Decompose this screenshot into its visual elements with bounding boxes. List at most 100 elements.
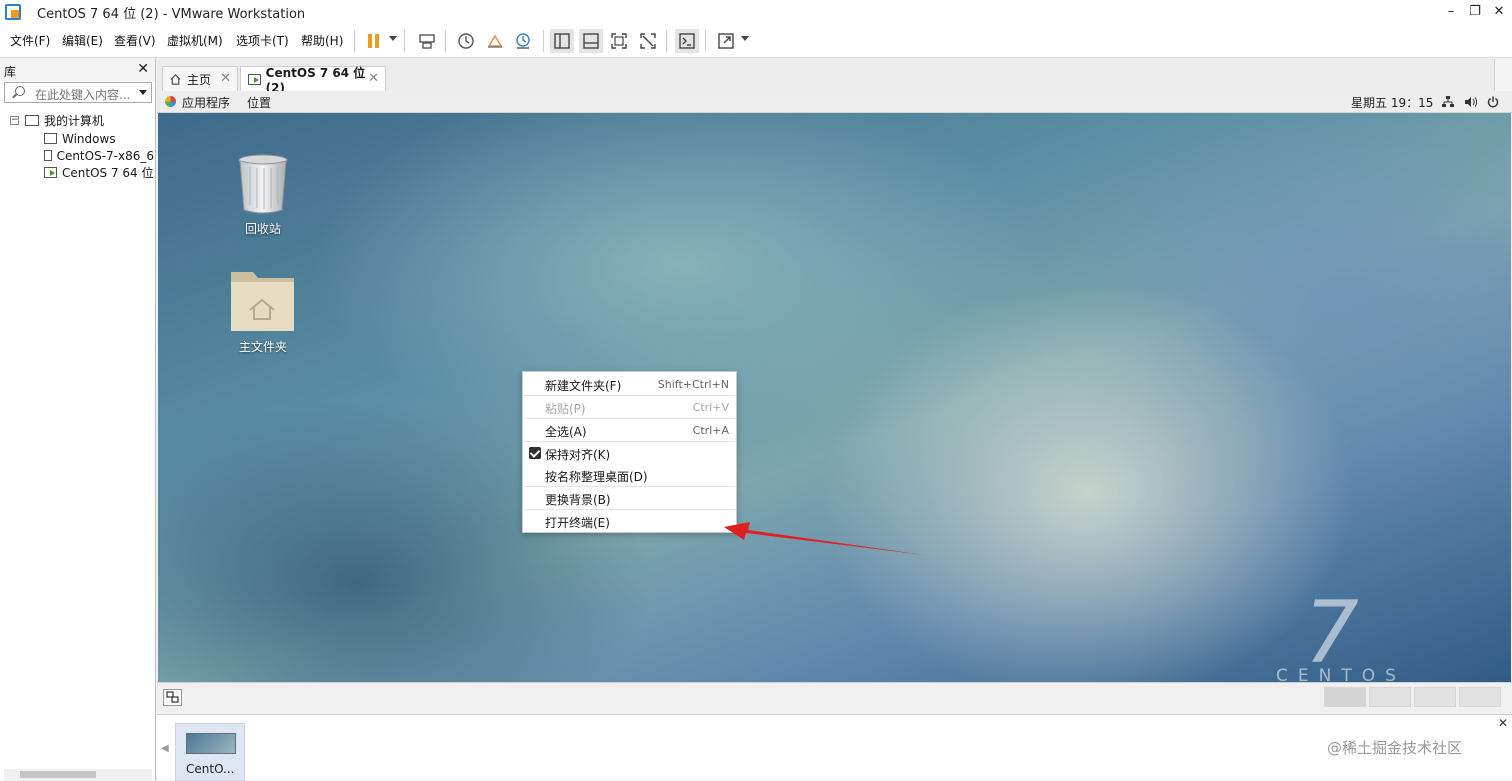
gnome-top-panel: 应用程序 位置 星期五 19：15 [157,91,1512,113]
menu-item-label: 全选(A) [545,425,587,439]
menu-vm[interactable]: 虚拟机(M) [167,32,223,49]
stretch-dropdown-icon[interactable] [741,36,749,41]
clock[interactable]: 星期五 19：15 [1351,94,1433,111]
computer-icon [25,115,39,126]
network-icon[interactable] [1442,96,1454,108]
library-close-button[interactable]: ✕ [137,61,149,77]
menu-item-paste: 粘贴(P) Ctrl+V [523,396,736,418]
menu-item-label: 打开终端(E) [545,516,610,530]
menu-item-open-terminal[interactable]: 打开终端(E) [523,510,736,532]
tab-close-icon[interactable]: ✕ [368,71,379,86]
revert-snapshot-icon[interactable] [483,29,507,53]
vm-status-bar [157,682,1512,712]
snapshot-manager-icon[interactable] [511,29,535,53]
vm-icon [44,150,52,161]
menu-item-label: 更换背景(B) [545,493,611,507]
vmware-logo-icon [5,4,21,20]
thumbnail-bar-icon[interactable] [579,29,603,53]
menu-item-shortcut: Shift+Ctrl+N [657,378,729,391]
running-vm-icon [248,74,261,85]
places-menu[interactable]: 位置 [247,94,271,111]
thumbnail-bar-close[interactable]: ✕ [1498,716,1508,730]
library-header: 库 ✕ [0,59,155,81]
menu-item-label: 按名称整理桌面(D) [545,470,648,484]
menu-item-label: 新建文件夹(F) [545,379,622,393]
title-bar: CentOS 7 64 位 (2) - VMware Workstation –… [0,0,1512,24]
toolbar-separator [354,30,355,52]
vm-thumbnail[interactable]: CentO... [175,723,245,781]
tab-close-icon[interactable]: ✕ [220,71,231,86]
library-title: 库 [4,65,17,79]
show-library-icon[interactable] [550,29,574,53]
home-icon [170,74,181,85]
device-status-icon[interactable] [1369,687,1411,707]
tab-home[interactable]: 主页 ✕ [162,66,238,92]
stretch-view-icon[interactable] [714,29,738,53]
running-vm-icon [44,167,57,178]
home-folder-icon[interactable] [229,268,296,333]
tree-collapse-toggle[interactable]: − [10,116,19,125]
vm-thumbnail-screen [186,733,236,754]
tree-item-centos-x86[interactable]: CentOS-7-x86_6 [44,147,154,164]
power-dropdown-icon[interactable] [389,36,397,41]
thumbnail-scroll-left[interactable]: ◀ [161,743,169,754]
console-view-icon[interactable] [675,29,699,53]
centos-logo-word: CENTOS [1276,666,1406,682]
library-search-input[interactable]: 在此处键入内容... [4,82,152,103]
close-window-button[interactable]: ✕ [1484,2,1512,22]
vm-icon [44,133,57,144]
menu-item-shortcut: Ctrl+A [692,424,729,437]
device-status-icon[interactable] [1459,687,1501,707]
menu-item-keep-aligned[interactable]: 保持对齐(K) [523,442,736,464]
menu-file[interactable]: 文件(F) [10,32,50,49]
tree-item-windows[interactable]: Windows [44,130,116,147]
unity-mode-icon[interactable] [636,29,660,53]
tab-centos[interactable]: CentOS 7 64 位 (2) ✕ [240,66,386,95]
toolbar-separator [404,30,405,52]
menu-item-change-background[interactable]: 更换背景(B) [523,487,736,509]
applications-icon [165,96,176,107]
toolbar-separator [666,30,667,52]
device-status-icon[interactable] [1324,687,1366,707]
library-pane: 库 ✕ 在此处键入内容... − 我的计算机 Windows CentOS-7-… [0,59,156,780]
toolbar-separator [445,30,446,52]
menu-item-select-all[interactable]: 全选(A) Ctrl+A [523,419,736,441]
search-icon [15,86,25,96]
library-scrollbar[interactable] [4,769,152,780]
desktop-context-menu: 新建文件夹(F) Shift+Ctrl+N 粘贴(P) Ctrl+V 全选(A)… [522,371,737,533]
snapshot-icon[interactable] [454,29,478,53]
tab-strip-scroll [1494,59,1512,92]
menu-item-new-folder[interactable]: 新建文件夹(F) Shift+Ctrl+N [523,373,736,395]
trash-icon[interactable] [235,153,291,215]
search-dropdown-icon[interactable] [139,90,147,95]
tree-item-label: 我的计算机 [44,114,105,128]
menu-item-shortcut: Ctrl+V [692,401,729,414]
power-icon[interactable] [1487,96,1499,108]
device-status-icon[interactable] [1414,687,1456,707]
menu-item-label: 粘贴(P) [545,402,586,416]
checkbox-checked-icon[interactable] [529,447,541,459]
thumbnail-bar: ◀ CentO... @稀土掘金技术社区 ✕ [157,714,1512,781]
fit-guest-button[interactable] [163,689,182,706]
watermark: @稀土掘金技术社区 [1327,739,1463,757]
applications-menu[interactable]: 应用程序 [182,94,230,111]
pause-icon[interactable] [362,29,386,53]
volume-icon[interactable] [1464,96,1477,108]
tree-item-my-computer[interactable]: 我的计算机 [25,112,104,129]
vm-thumbnail-label: CentO... [186,762,235,776]
menu-help[interactable]: 帮助(H) [301,32,343,49]
menu-edit[interactable]: 编辑(E) [62,32,103,49]
tree-item-label: CentOS 7 64 位 [62,166,154,180]
toolbar-separator [705,30,706,52]
menu-item-label: 保持对齐(K) [545,448,611,462]
tree-item-centos-64[interactable]: CentOS 7 64 位 [44,164,154,181]
guest-desktop[interactable]: 回收站 主文件夹 7 CENTOS [158,113,1511,682]
tree-item-label: CentOS-7-x86_6 [56,148,154,163]
send-ctrl-alt-del-icon[interactable] [415,29,439,53]
menu-tabs[interactable]: 选项卡(T) [236,32,289,49]
scrollbar-thumb[interactable] [20,771,96,778]
menu-view[interactable]: 查看(V) [114,32,156,49]
toolbar-separator [543,30,544,52]
menu-item-organize-by-name[interactable]: 按名称整理桌面(D) [523,464,736,486]
full-screen-icon[interactable] [607,29,631,53]
